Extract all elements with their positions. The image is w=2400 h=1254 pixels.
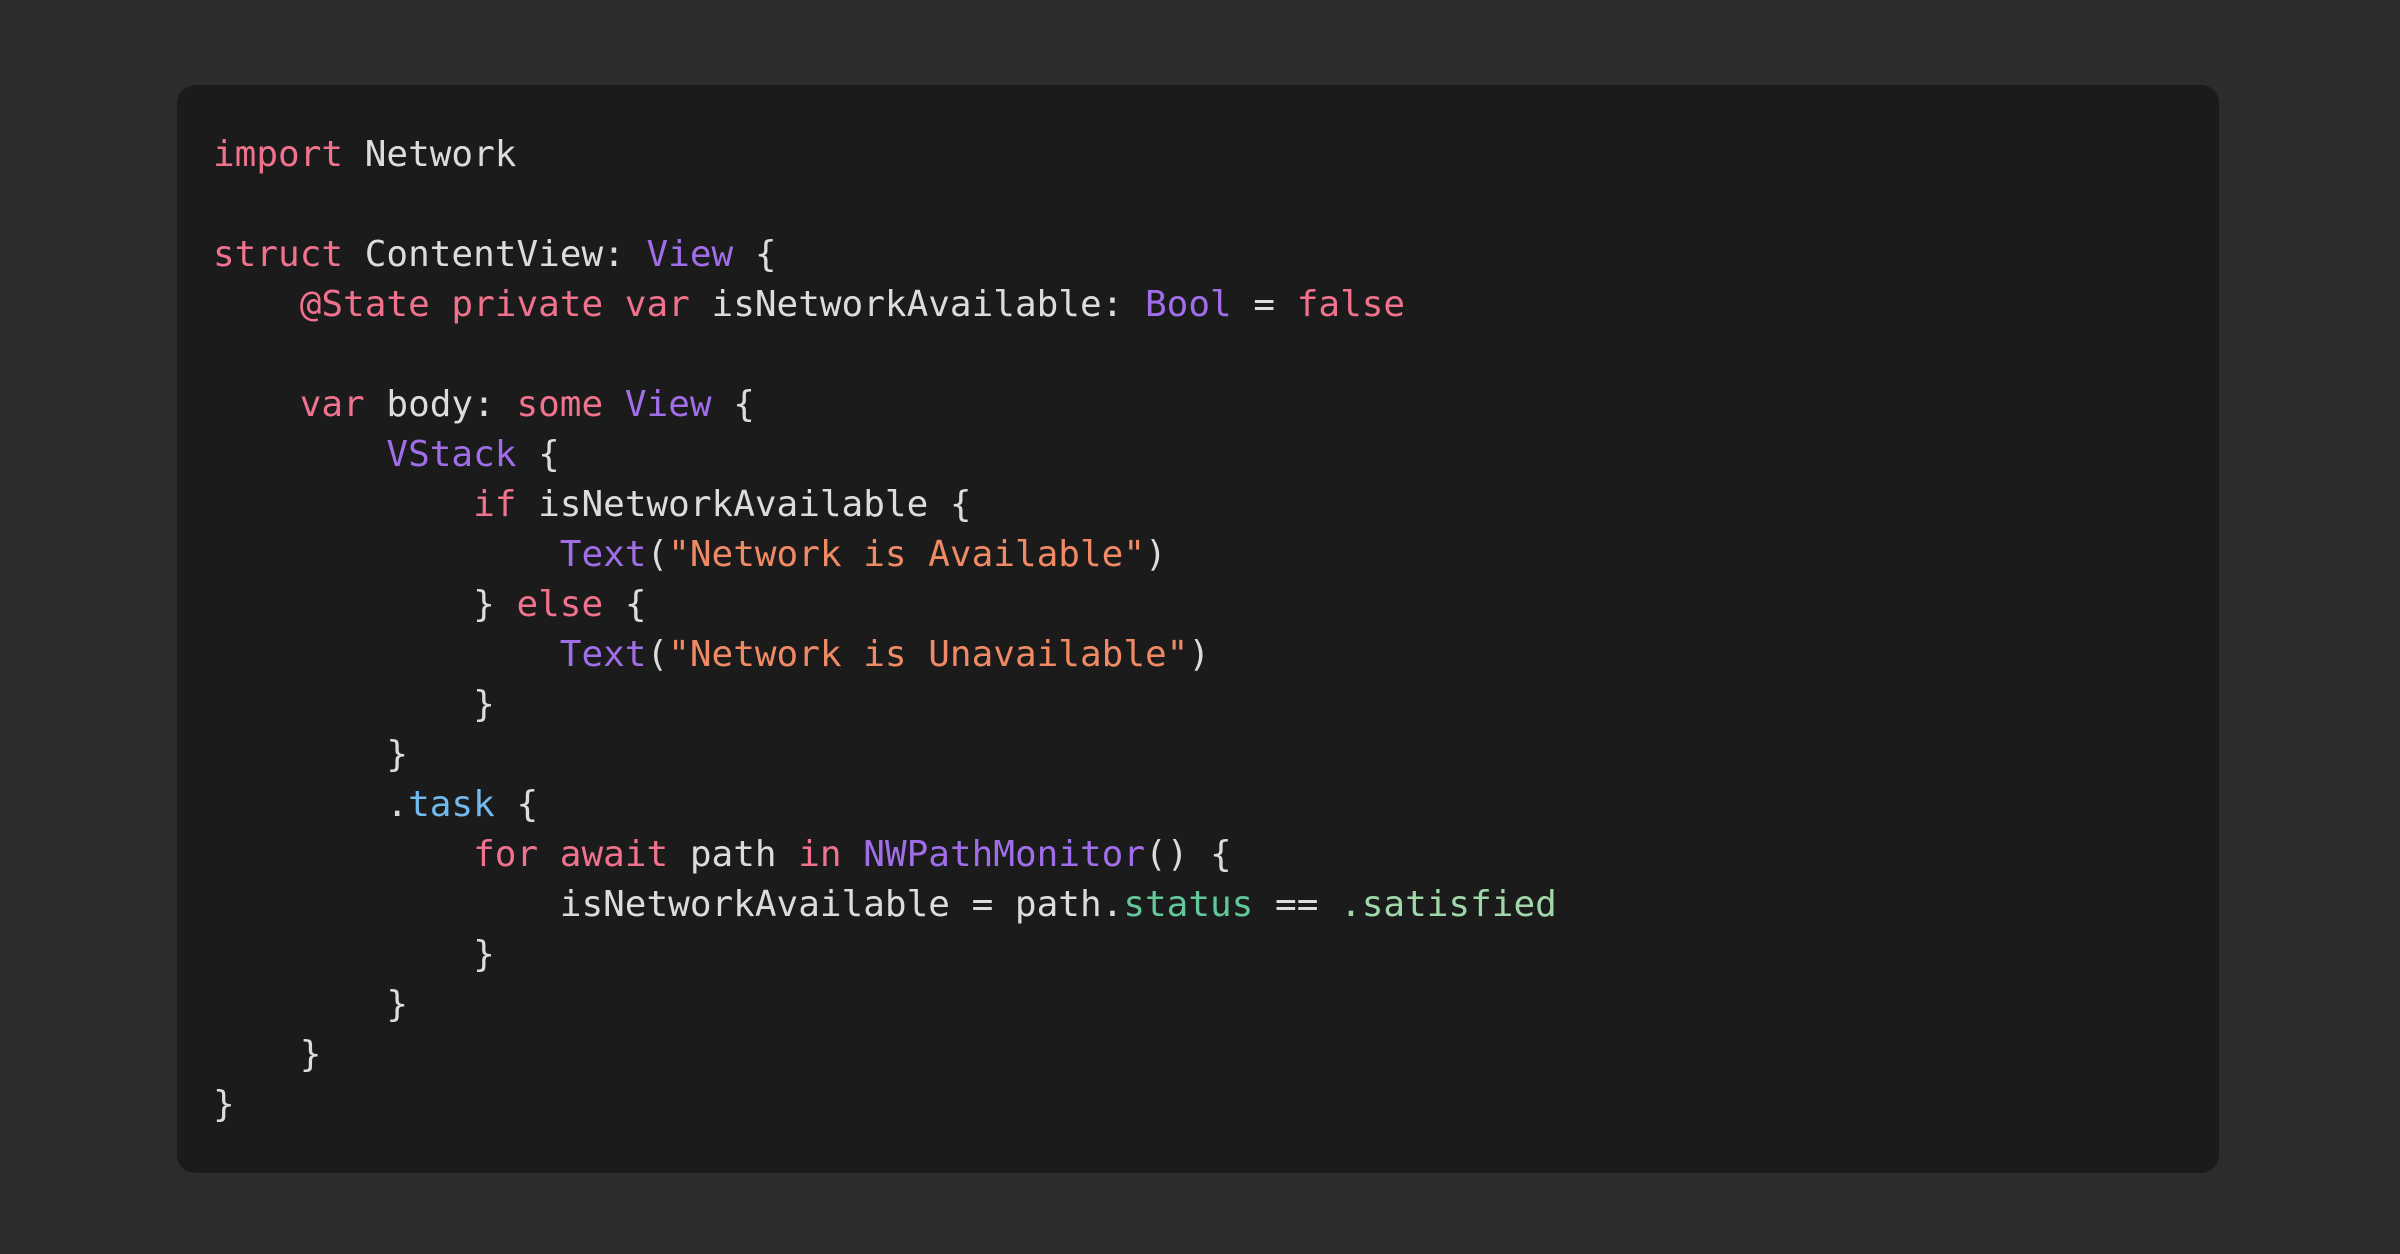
code-text-token: ContentView: [343,234,647,275]
keyword-token: struct [213,234,344,275]
code-text-token: { [516,434,560,475]
code-text-token: ( [646,634,669,675]
type-token: View [624,384,712,425]
code-text-token: } [213,1034,322,1075]
string-literal-token: "Network is Unavailable" [668,634,1189,675]
code-line: } [213,980,1557,1030]
code-line: } [213,930,1557,980]
code-text-token: isNetworkAvailable { [516,484,972,525]
code-snippet-card: import Network struct ContentView: View {… [177,85,2219,1173]
code-line: isNetworkAvailable = path.status == .sat… [213,880,1557,930]
code-text-token: { [603,584,647,625]
string-literal-token: "Network is Available" [668,534,1145,575]
code-line: VStack { [213,430,1557,480]
code-text-token: { [494,784,539,825]
keyword-token: some [516,384,604,425]
type-token: Text [559,634,647,675]
code-line: } else { [213,580,1557,630]
code-line: Text("Network is Unavailable") [213,630,1557,680]
code-text-token: { [733,234,777,275]
code-text-token: { [711,384,755,425]
code-text-token: } [213,1084,235,1125]
type-token: VStack [386,434,517,475]
keyword-token: @State private var [299,284,690,325]
code-line: for await path in NWPathMonitor() { [213,830,1557,880]
type-token: Text [559,534,647,575]
keyword-token: var [299,384,365,425]
code-text-token: } [213,984,409,1025]
code-line: } [213,1030,1557,1080]
code-text-token: ) [1188,634,1211,675]
code-text-token: } [213,584,517,625]
keyword-token: import [213,134,344,175]
code-line: .task { [213,780,1557,830]
code-line: } [213,730,1557,780]
code-text-token: } [213,684,495,725]
code-line: @State private var isNetworkAvailable: B… [213,280,1557,330]
code-text-token: ( [646,534,669,575]
keyword-token: if [473,484,517,525]
type-token: NWPathMonitor [863,834,1146,875]
code-text-token: } [213,734,409,775]
code-text-token: isNetworkAvailable = path. [213,884,1124,925]
code-text-token: . [213,784,409,825]
code-text-token: isNetworkAvailable: [689,284,1145,325]
keyword-token: for await [473,834,669,875]
code-line: var body: some View { [213,380,1557,430]
code-text-token: } [213,934,495,975]
code-line: if isNetworkAvailable { [213,480,1557,530]
code-text-token: ) [1145,534,1167,575]
code-line: } [213,1080,1557,1130]
keyword-token: in [798,834,842,875]
code-text-token: body: [364,384,517,425]
property-token: status [1123,884,1254,925]
code-line: } [213,680,1557,730]
code-block: import Network struct ContentView: View {… [213,130,1557,1130]
code-text-token: path [668,834,799,875]
code-line: struct ContentView: View { [213,230,1557,280]
code-line: import Network [213,130,1557,180]
keyword-token: else [516,584,604,625]
code-line: Text("Network is Available") [213,530,1557,580]
method-token: task [408,784,495,825]
keyword-token: false [1296,284,1406,325]
code-text-token: () { [1145,834,1232,875]
type-token: View [646,234,734,275]
code-text-token: == [1253,884,1341,925]
code-text-token: Network [343,134,517,175]
enum-member-token: .satisfied [1340,884,1557,925]
type-token: Bool [1145,284,1232,325]
code-text-token: = [1231,284,1297,325]
